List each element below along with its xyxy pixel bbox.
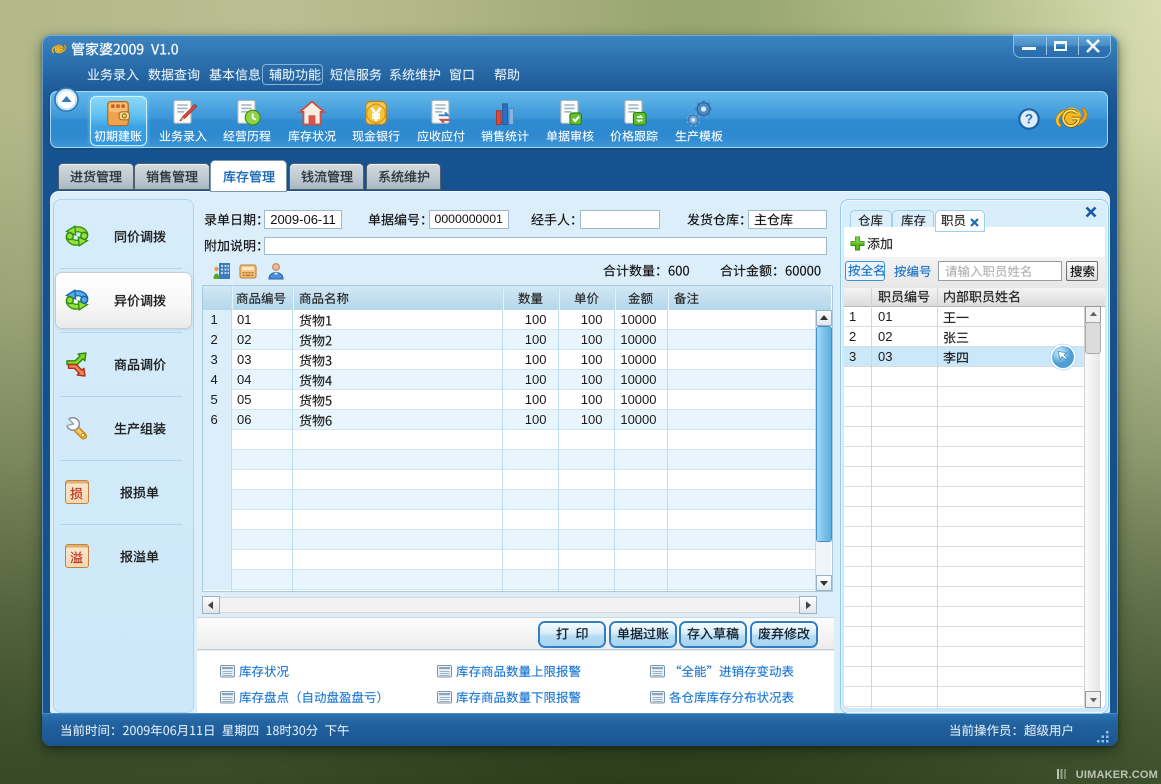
svg-text:?: ? [1025, 112, 1033, 127]
